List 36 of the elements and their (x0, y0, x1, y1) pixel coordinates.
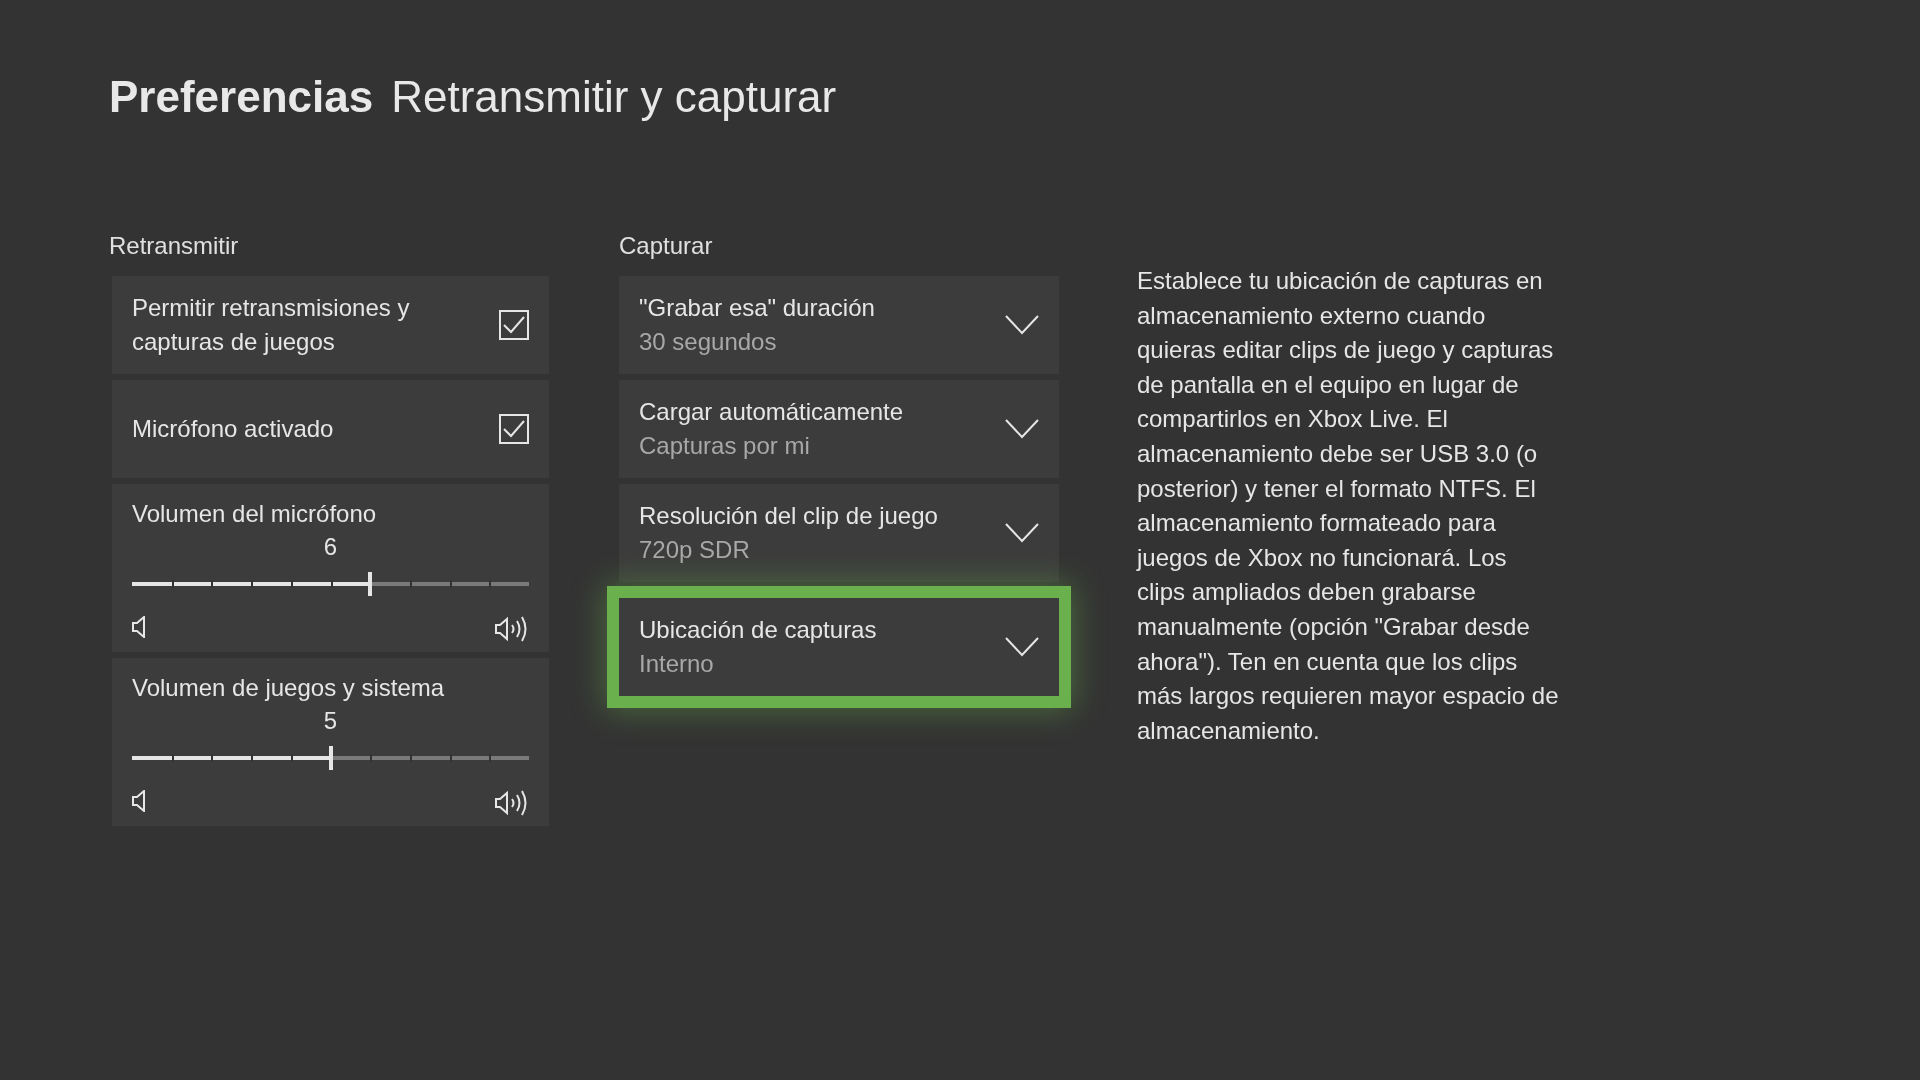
description-text: Establece tu ubicación de capturas en almacenamiento externo cuando quieras editar clips de juego y capturas de pantalla en el equipo en lugar de compartirlos en Xbox Live. El almacenamiento debe ser USB 3.0 (o posterior) y tener el formato NTFS. El almacenamiento formateado para juegos de Xbox no funcionará. Los clips ampliados deben grabarse manualmente (opción "Grabar desde ahora"). Ten en cuenta que los clips más largos requieren mayor espacio de almacenamiento. (1137, 266, 1559, 746)
slider-track[interactable] (132, 746, 529, 770)
dropdown-label: "Grabar esa" duración (639, 293, 875, 323)
setting-label: Micrófono activado (132, 414, 334, 444)
dropdown[interactable]: "Grabar esa" duración 30 segundos (619, 276, 1059, 374)
speaker-icon (132, 790, 146, 812)
section-title: Preferencias (109, 72, 374, 122)
setting-label: Volumen del micrófono (132, 500, 377, 527)
dropdown-label: Cargar automáticamente (639, 397, 904, 427)
slider-value: 6 (323, 533, 338, 560)
dropdown-value: 30 segundos (639, 327, 778, 357)
slider-thumb[interactable] (368, 572, 373, 596)
speaker-loud-icon (495, 616, 529, 642)
speaker-icon (132, 616, 146, 638)
setting-label: Volumen de juegos y sistema (132, 674, 445, 701)
slider-thumb[interactable] (328, 746, 333, 770)
dropdown[interactable]: Cargar automáticamente Capturas por mi (619, 380, 1059, 478)
dropdown-value: Capturas por mi (639, 431, 811, 461)
dropdown-label: Ubicación de capturas (639, 615, 877, 645)
chevron-down-icon (1005, 315, 1039, 335)
column-heading: Retransmitir (109, 232, 240, 260)
chevron-down-icon (1005, 637, 1039, 657)
slider-track[interactable] (132, 572, 529, 596)
slider-value: 5 (323, 707, 338, 734)
dropdown[interactable]: Resolución del clip de juego 720p SDR (619, 484, 1059, 582)
speaker-loud-icon (495, 790, 529, 816)
setting-label: Permitir retransmisiones y capturas de juegos (132, 293, 411, 357)
dropdown-value: Interno (639, 649, 715, 679)
checkbox[interactable] (499, 310, 529, 340)
column-heading: Capturar (619, 232, 714, 260)
checkbox[interactable] (499, 414, 529, 444)
dropdown-value: 720p SDR (639, 535, 751, 565)
chevron-down-icon (1005, 523, 1039, 543)
page-title: Retransmitir y capturar (391, 72, 837, 122)
dropdown-label: Resolución del clip de juego (639, 501, 938, 531)
chevron-down-icon (1005, 419, 1039, 439)
